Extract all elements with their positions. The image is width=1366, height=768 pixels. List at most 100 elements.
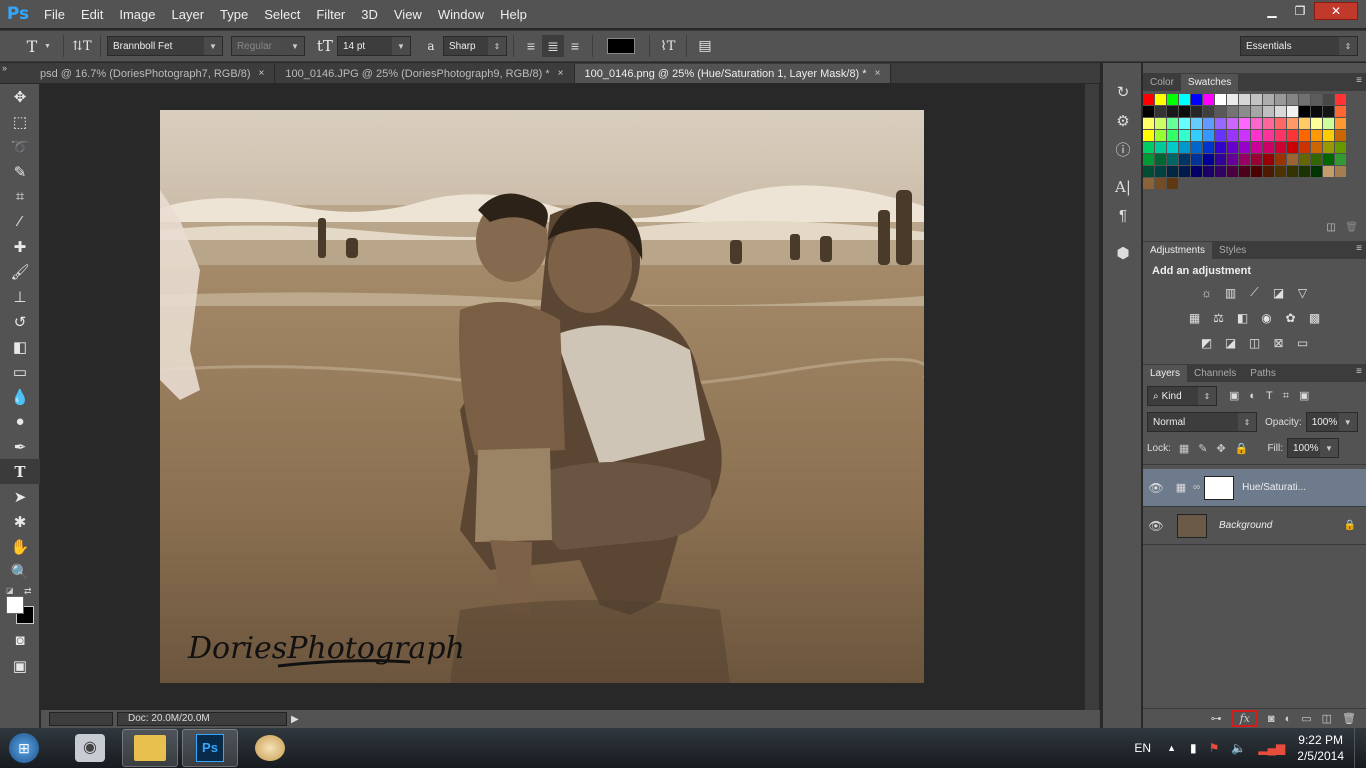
swatch[interactable] xyxy=(1215,154,1227,166)
swatch[interactable] xyxy=(1167,178,1179,190)
link-icon[interactable]: ∞ xyxy=(1193,482,1200,493)
swatch[interactable] xyxy=(1143,142,1155,154)
minimize-button[interactable]: ▁ xyxy=(1258,2,1286,20)
swatch[interactable] xyxy=(1167,154,1179,166)
align-center-icon[interactable]: ≣ xyxy=(541,35,564,57)
swatch[interactable] xyxy=(1203,154,1215,166)
preset-dropdown-arrow-icon[interactable]: ▼ xyxy=(44,43,51,50)
color-lookup-icon[interactable]: ▩ xyxy=(1305,308,1324,327)
swatch[interactable] xyxy=(1335,166,1347,178)
swatch[interactable] xyxy=(1287,166,1299,178)
panel-menu-icon[interactable]: ≡ xyxy=(1356,366,1362,377)
curves-icon[interactable]: ⟋ xyxy=(1245,283,1264,302)
swatch[interactable] xyxy=(1215,142,1227,154)
lasso-tool-icon[interactable]: ➰ xyxy=(0,134,40,159)
fill-field[interactable]: 100% ▼ xyxy=(1287,438,1339,458)
menu-view[interactable]: View xyxy=(386,7,430,22)
move-tool-icon[interactable]: ✥ xyxy=(0,84,40,109)
swatch[interactable] xyxy=(1311,166,1323,178)
swatch[interactable] xyxy=(1203,118,1215,130)
blend-mode-dropdown[interactable]: Normal ⇕ xyxy=(1147,412,1257,432)
swatch[interactable] xyxy=(1227,166,1239,178)
swap-colors-icon[interactable]: ⇄ xyxy=(24,586,32,597)
swatch[interactable] xyxy=(1239,130,1251,142)
character-icon[interactable]: A| xyxy=(1103,172,1143,201)
swatch[interactable] xyxy=(1191,94,1203,106)
screen-mode-icon[interactable]: ▣ xyxy=(0,653,40,678)
swatch[interactable] xyxy=(1311,154,1323,166)
swatch[interactable] xyxy=(1203,130,1215,142)
swatch[interactable] xyxy=(1263,106,1275,118)
align-right-icon[interactable]: ≡ xyxy=(564,35,586,57)
type-tool-preset-icon[interactable]: T xyxy=(20,35,44,57)
swatch[interactable] xyxy=(1311,130,1323,142)
swatch[interactable] xyxy=(1251,166,1263,178)
swatch[interactable] xyxy=(1287,106,1299,118)
taskbar-paint-app[interactable] xyxy=(242,729,298,767)
hand-tool-icon[interactable]: ✋ xyxy=(0,534,40,559)
swatch[interactable] xyxy=(1251,154,1263,166)
swatch[interactable] xyxy=(1323,94,1335,106)
swatch[interactable] xyxy=(1179,118,1191,130)
swatch[interactable] xyxy=(1191,142,1203,154)
menu-file[interactable]: File xyxy=(36,7,73,22)
swatch[interactable] xyxy=(1299,118,1311,130)
swatch[interactable] xyxy=(1191,130,1203,142)
swatch[interactable] xyxy=(1143,178,1155,190)
exposure-icon[interactable]: ◪ xyxy=(1269,283,1288,302)
zoom-field[interactable] xyxy=(49,712,113,726)
swatch[interactable] xyxy=(1323,118,1335,130)
workspace-dropdown[interactable]: Essentials ⇕ xyxy=(1240,36,1358,56)
swatch[interactable] xyxy=(1287,142,1299,154)
tab-channels[interactable]: Channels xyxy=(1187,365,1243,382)
levels-icon[interactable]: ▥ xyxy=(1221,283,1240,302)
swatch[interactable] xyxy=(1143,130,1155,142)
swatch[interactable] xyxy=(1155,118,1167,130)
panel-menu-icon[interactable]: ≡ xyxy=(1356,75,1362,86)
doc-tab-1[interactable]: psd @ 16.7% (DoriesPhotograph7, RGB/8) × xyxy=(0,64,276,83)
swatch[interactable] xyxy=(1335,142,1347,154)
swatch[interactable] xyxy=(1167,166,1179,178)
photo-filter-icon[interactable]: ◉ xyxy=(1257,308,1276,327)
swatch[interactable] xyxy=(1251,94,1263,106)
swatch[interactable] xyxy=(1311,106,1323,118)
black-white-icon[interactable]: ◧ xyxy=(1233,308,1252,327)
visibility-eye-icon[interactable]: 👁 xyxy=(1143,519,1169,533)
start-button[interactable]: ⊞ xyxy=(0,728,48,768)
threshold-icon[interactable]: ◫ xyxy=(1245,333,1264,352)
swatch[interactable] xyxy=(1287,118,1299,130)
swatch[interactable] xyxy=(1263,94,1275,106)
volume-icon[interactable]: 🔈 xyxy=(1231,741,1246,755)
info-icon[interactable]: ⓘ xyxy=(1103,135,1143,164)
swatch[interactable] xyxy=(1155,106,1167,118)
swatch[interactable] xyxy=(1251,130,1263,142)
swatch[interactable] xyxy=(1179,142,1191,154)
language-indicator[interactable]: EN xyxy=(1134,741,1151,755)
swatch[interactable] xyxy=(1239,106,1251,118)
delete-swatch-icon[interactable]: 🗑 xyxy=(1345,222,1358,233)
clock[interactable]: 9:22 PM 2/5/2014 xyxy=(1297,732,1344,764)
vertical-scrollbar[interactable] xyxy=(1085,84,1099,710)
new-layer-icon[interactable]: ◫ xyxy=(1322,712,1332,725)
swatch[interactable] xyxy=(1155,178,1167,190)
posterize-icon[interactable]: ◪ xyxy=(1221,333,1240,352)
taskbar-explorer-app[interactable] xyxy=(122,729,178,767)
swatch[interactable] xyxy=(1143,106,1155,118)
swatch[interactable] xyxy=(1299,106,1311,118)
swatch[interactable] xyxy=(1167,94,1179,106)
gradient-map-icon[interactable]: ▭ xyxy=(1293,333,1312,352)
lock-icons[interactable]: ▦✎✥🔒 xyxy=(1179,442,1258,455)
antialias-dropdown[interactable]: Sharp ⇕ xyxy=(442,36,507,56)
close-tab-icon[interactable]: × xyxy=(875,68,881,79)
swatch[interactable] xyxy=(1203,166,1215,178)
swatch[interactable] xyxy=(1323,154,1335,166)
doc-tab-2[interactable]: 100_0146.JPG @ 25% (DoriesPhotograph9, R… xyxy=(275,64,575,83)
font-style-dropdown[interactable]: Regular ▼ xyxy=(230,36,305,56)
menu-image[interactable]: Image xyxy=(111,7,163,22)
tab-layers[interactable]: Layers xyxy=(1143,365,1188,382)
swatch[interactable] xyxy=(1155,130,1167,142)
show-desktop-button[interactable] xyxy=(1354,728,1366,768)
add-mask-icon[interactable]: ◙ xyxy=(1268,713,1275,725)
gradient-tool-icon[interactable]: ▭ xyxy=(0,359,40,384)
swatch[interactable] xyxy=(1143,94,1155,106)
